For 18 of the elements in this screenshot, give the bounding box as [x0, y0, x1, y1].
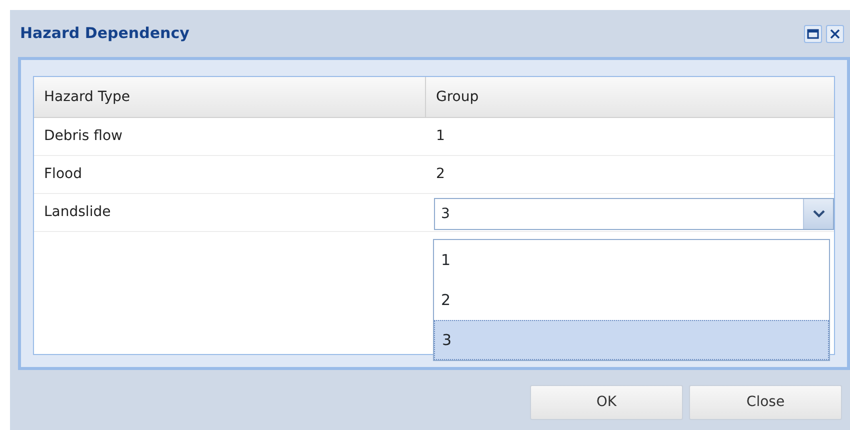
column-header[interactable]: Group	[426, 77, 834, 117]
dropdown-option[interactable]: 3	[434, 320, 829, 360]
dialog-button[interactable]: OK	[530, 385, 683, 420]
close-icon[interactable]	[826, 24, 844, 42]
dropdown-trigger[interactable]	[803, 199, 833, 229]
table-cell-text: 2	[435, 165, 446, 184]
dropdown-option[interactable]: 1	[434, 240, 829, 280]
chevron-down-icon	[812, 210, 824, 218]
group-combobox[interactable]: 3	[434, 198, 834, 230]
table-cell-text: Flood	[43, 165, 83, 184]
dialog-button[interactable]: Close	[689, 385, 842, 420]
maximize-icon[interactable]	[804, 24, 822, 42]
column-header[interactable]: Hazard Type	[34, 77, 426, 117]
table-cell-text: 1	[435, 127, 446, 146]
dropdown-option[interactable]: 2	[434, 280, 829, 320]
window-title: Hazard Dependency	[20, 23, 190, 44]
table-cell-text: Debris flow	[43, 127, 124, 146]
table-cell-text: Landslide	[43, 203, 112, 222]
